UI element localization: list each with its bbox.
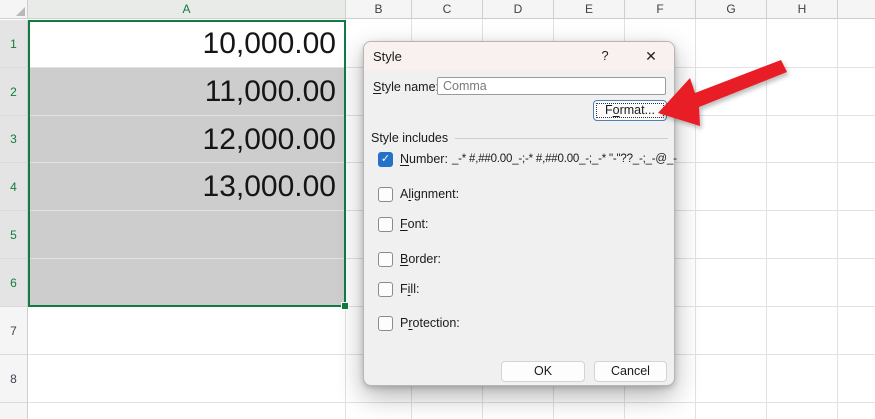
- checkbox-row-alignment: Alignment:: [378, 186, 459, 202]
- close-icon[interactable]: ✕: [642, 47, 660, 65]
- excel-window: 10,000.00 11,000.00 12,000.00 13,000.00 …: [0, 0, 875, 419]
- cell-a4[interactable]: 13,000.00: [28, 163, 336, 211]
- format-rest: rmat...: [620, 103, 655, 117]
- dialog-titlebar[interactable]: Style ? ✕: [364, 42, 674, 70]
- column-header-c[interactable]: C: [412, 0, 483, 19]
- cancel-button[interactable]: Cancel: [594, 361, 667, 382]
- font-label: Font:: [400, 217, 429, 231]
- style-name-input[interactable]: [437, 77, 666, 95]
- format-accel: o: [613, 103, 620, 117]
- style-name-label: Style name:: [373, 80, 439, 94]
- select-all-triangle-icon: [16, 7, 25, 16]
- fill-handle[interactable]: [341, 302, 349, 310]
- cell-a2[interactable]: 11,000.00: [28, 68, 336, 116]
- row-header-8[interactable]: 8: [0, 355, 28, 403]
- checkbox-row-fill: Fill:: [378, 281, 419, 297]
- dialog-title: Style: [373, 49, 402, 64]
- format-pre: F: [605, 103, 613, 117]
- style-name-rest: tyle name:: [381, 80, 439, 94]
- protection-checkbox[interactable]: [378, 316, 393, 331]
- select-all-button[interactable]: [0, 0, 28, 19]
- style-includes-label: Style includes: [371, 131, 448, 145]
- gridline: [766, 19, 767, 419]
- alignment-label: Alignment:: [400, 187, 459, 201]
- cell-a1[interactable]: 10,000.00: [28, 20, 336, 68]
- help-icon[interactable]: ?: [596, 47, 614, 65]
- gridline: [837, 19, 838, 419]
- checkbox-row-protection: Protection:: [378, 315, 460, 331]
- column-header-f[interactable]: F: [625, 0, 696, 19]
- row-header-3[interactable]: 3: [0, 116, 28, 163]
- row-header-4[interactable]: 4: [0, 163, 28, 211]
- column-header-d[interactable]: D: [483, 0, 554, 19]
- column-header-g[interactable]: G: [696, 0, 767, 19]
- row-header-2[interactable]: 2: [0, 68, 28, 116]
- fill-checkbox[interactable]: [378, 282, 393, 297]
- column-header-e[interactable]: E: [554, 0, 625, 19]
- font-checkbox[interactable]: [378, 217, 393, 232]
- gridline: [28, 402, 875, 403]
- column-header-b[interactable]: B: [346, 0, 412, 19]
- group-rule: [455, 138, 668, 139]
- column-header-a[interactable]: A: [28, 0, 346, 19]
- row-header-5[interactable]: 5: [0, 211, 28, 259]
- protection-label: Protection:: [400, 316, 460, 330]
- number-format-string: _-* #,##0.00_-;-* #,##0.00_-;_-* "-"??_-…: [452, 153, 677, 165]
- style-includes-group: Style includes: [371, 131, 668, 145]
- row-header-1[interactable]: 1: [0, 20, 28, 68]
- checkbox-row-font: Font:: [378, 216, 429, 232]
- cell-a3[interactable]: 12,000.00: [28, 116, 336, 163]
- column-header-partial[interactable]: [838, 0, 875, 19]
- number-label: Number:: [400, 152, 448, 166]
- row-header-6[interactable]: 6: [0, 259, 28, 307]
- border-label: Border:: [400, 252, 441, 266]
- column-header-h[interactable]: H: [767, 0, 838, 19]
- number-checkbox[interactable]: [378, 152, 393, 167]
- checkbox-row-border: Border:: [378, 251, 441, 267]
- gridline: [345, 19, 346, 419]
- format-button[interactable]: Format...: [593, 100, 667, 121]
- checkbox-row-number: Number: _-* #,##0.00_-;-* #,##0.00_-;_-*…: [378, 151, 677, 167]
- gridline: [695, 19, 696, 419]
- row-header-7[interactable]: 7: [0, 307, 28, 355]
- style-dialog: Style ? ✕ Style name: Format... Style in…: [363, 41, 675, 386]
- border-checkbox[interactable]: [378, 252, 393, 267]
- row-header-partial[interactable]: [0, 403, 28, 419]
- ok-button[interactable]: OK: [501, 361, 585, 382]
- fill-label: Fill:: [400, 282, 419, 296]
- alignment-checkbox[interactable]: [378, 187, 393, 202]
